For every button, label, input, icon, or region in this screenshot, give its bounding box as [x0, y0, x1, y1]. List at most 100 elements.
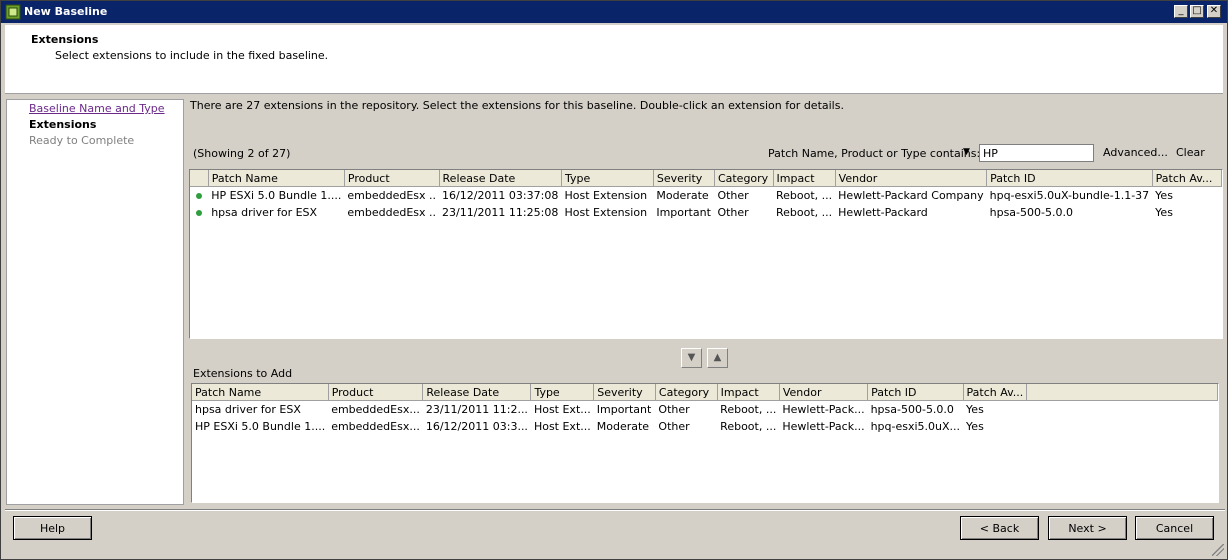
- cell-patch-available: Yes: [966, 420, 984, 433]
- cell-release-date: 23/11/2011 11:2...: [425, 403, 528, 416]
- column-header[interactable]: Vendor: [779, 384, 869, 401]
- table-row[interactable]: hpsa driver for ESX embeddedEsx .. 23/11…: [190, 204, 1222, 221]
- cell-release-date: 16/12/2011 03:3...: [425, 420, 528, 433]
- column-header[interactable]: Category: [714, 170, 774, 187]
- page-title: Extensions: [31, 33, 99, 46]
- cell-severity: Important: [656, 206, 711, 219]
- resize-grip-icon[interactable]: [1212, 544, 1224, 556]
- column-filler: [1026, 384, 1218, 401]
- column-header[interactable]: Impact: [773, 170, 836, 187]
- column-header[interactable]: Type: [530, 384, 595, 401]
- cell-patch-available: Yes: [1155, 206, 1173, 219]
- filter-label: Patch Name, Product or Type contains:: [768, 147, 981, 160]
- table-row[interactable]: HP ESXi 5.0 Bundle 1.... embeddedEsx... …: [192, 418, 1218, 435]
- column-header[interactable]: Vendor: [835, 170, 988, 187]
- column-header[interactable]: Patch Av...: [963, 384, 1028, 401]
- column-status[interactable]: [190, 170, 209, 187]
- cell-patch-name: HP ESXi 5.0 Bundle 1....: [195, 420, 326, 433]
- move-down-icon[interactable]: ▼: [681, 348, 702, 368]
- footer-divider: [5, 509, 1225, 511]
- table-header-row: Patch Name Product Release Date Type Sev…: [190, 170, 1222, 187]
- cancel-button[interactable]: Cancel: [1135, 516, 1214, 540]
- table-row[interactable]: HP ESXi 5.0 Bundle 1.... embeddedEsx .. …: [190, 187, 1222, 205]
- cell-patch-id: hpsa-500-5.0.0: [870, 403, 954, 416]
- cell-category: Other: [658, 420, 690, 433]
- cell-type: Host Ext...: [533, 403, 591, 416]
- wizard-steps-nav: Baseline Name and Type Extensions Ready …: [6, 99, 184, 505]
- filter-input[interactable]: [979, 144, 1094, 162]
- advanced-link[interactable]: Advanced...: [1103, 146, 1168, 159]
- chevron-down-icon[interactable]: ▼: [963, 147, 970, 157]
- column-header[interactable]: Type: [561, 170, 654, 187]
- showing-count: (Showing 2 of 27): [193, 147, 291, 160]
- cell-product: embeddedEsx ..: [347, 206, 437, 219]
- cell-type: Host Ext...: [533, 420, 591, 433]
- step-baseline-name-and-type[interactable]: Baseline Name and Type: [29, 102, 165, 115]
- column-header[interactable]: Release Date: [439, 170, 563, 187]
- extensions-to-add-table[interactable]: Patch Name Product Release Date Type Sev…: [191, 383, 1219, 503]
- cell-patch-name: HP ESXi 5.0 Bundle 1....: [211, 189, 342, 202]
- column-header[interactable]: Impact: [717, 384, 780, 401]
- cell-patch-id: hpsa-500-5.0.0: [989, 206, 1073, 219]
- cell-patch-id: hpq-esxi5.0uX-bundle-1.1-37: [989, 189, 1150, 202]
- cell-vendor: Hewlett-Packard Company: [838, 189, 984, 202]
- step-ready-to-complete: Ready to Complete: [29, 134, 135, 147]
- move-up-icon[interactable]: ▲: [707, 348, 728, 368]
- new-baseline-window: New Baseline _ □ ✕ Extensions Select ext…: [0, 0, 1228, 560]
- maximize-icon[interactable]: □: [1190, 5, 1204, 18]
- cell-category: Other: [717, 206, 749, 219]
- cell-impact: Reboot, ...: [720, 403, 777, 416]
- cell-product: embeddedEsx ..: [347, 189, 437, 202]
- cell-vendor: Hewlett-Pack...: [782, 420, 865, 433]
- column-header[interactable]: Product: [328, 384, 424, 401]
- cell-product: embeddedEsx...: [331, 403, 420, 416]
- next-button[interactable]: Next >: [1048, 516, 1127, 540]
- window-title: New Baseline: [24, 5, 108, 18]
- column-header[interactable]: Patch Name: [208, 170, 345, 187]
- column-header[interactable]: Product: [344, 170, 440, 187]
- cell-impact: Reboot, ...: [776, 189, 833, 202]
- cell-type: Host Extension: [564, 206, 648, 219]
- cell-category: Other: [717, 189, 749, 202]
- cell-category: Other: [658, 403, 690, 416]
- cell-patch-available: Yes: [1155, 189, 1173, 202]
- app-icon: [5, 4, 21, 20]
- wizard-header: Extensions Select extensions to include …: [5, 25, 1223, 94]
- extensions-to-add-label: Extensions to Add: [193, 367, 293, 380]
- column-header[interactable]: Patch Av...: [1152, 170, 1222, 187]
- cell-severity: Moderate: [656, 189, 709, 202]
- clear-link[interactable]: Clear: [1176, 146, 1205, 159]
- cell-product: embeddedEsx...: [331, 420, 420, 433]
- column-header[interactable]: Severity: [593, 384, 656, 401]
- table-header-row: Patch Name Product Release Date Type Sev…: [192, 384, 1218, 401]
- table-row[interactable]: hpsa driver for ESX embeddedEsx... 23/11…: [192, 401, 1218, 419]
- cell-severity: Moderate: [596, 420, 650, 433]
- cell-patch-name: hpsa driver for ESX: [195, 403, 301, 416]
- minimize-icon[interactable]: _: [1174, 5, 1188, 18]
- cell-vendor: Hewlett-Pack...: [782, 403, 865, 416]
- page-subtitle: Select extensions to include in the fixe…: [55, 49, 329, 62]
- repository-extensions-table[interactable]: Patch Name Product Release Date Type Sev…: [189, 169, 1223, 339]
- column-header[interactable]: Release Date: [422, 384, 532, 401]
- cell-release-date: 16/12/2011 03:37:08: [442, 189, 559, 202]
- back-button[interactable]: < Back: [960, 516, 1039, 540]
- repository-info-text: There are 27 extensions in the repositor…: [190, 99, 844, 112]
- cell-patch-name: hpsa driver for ESX: [211, 206, 318, 219]
- cell-vendor: Hewlett-Packard: [838, 206, 928, 219]
- cell-patch-available: Yes: [966, 403, 984, 416]
- step-extensions: Extensions: [29, 118, 97, 131]
- status-dot-icon: [196, 210, 202, 216]
- help-button[interactable]: Help: [13, 516, 92, 540]
- column-header[interactable]: Patch Name: [192, 384, 329, 401]
- cell-patch-id: hpq-esxi5.0uX...: [870, 420, 961, 433]
- cell-release-date: 23/11/2011 11:25:08: [442, 206, 559, 219]
- cell-type: Host Extension: [564, 189, 648, 202]
- close-icon[interactable]: ✕: [1207, 5, 1221, 18]
- column-header[interactable]: Patch ID: [986, 170, 1153, 187]
- cell-severity: Important: [596, 403, 652, 416]
- cell-impact: Reboot, ...: [776, 206, 833, 219]
- column-header[interactable]: Patch ID: [867, 384, 964, 401]
- column-header[interactable]: Category: [655, 384, 718, 401]
- title-bar[interactable]: New Baseline _ □ ✕: [1, 1, 1227, 23]
- column-header[interactable]: Severity: [653, 170, 715, 187]
